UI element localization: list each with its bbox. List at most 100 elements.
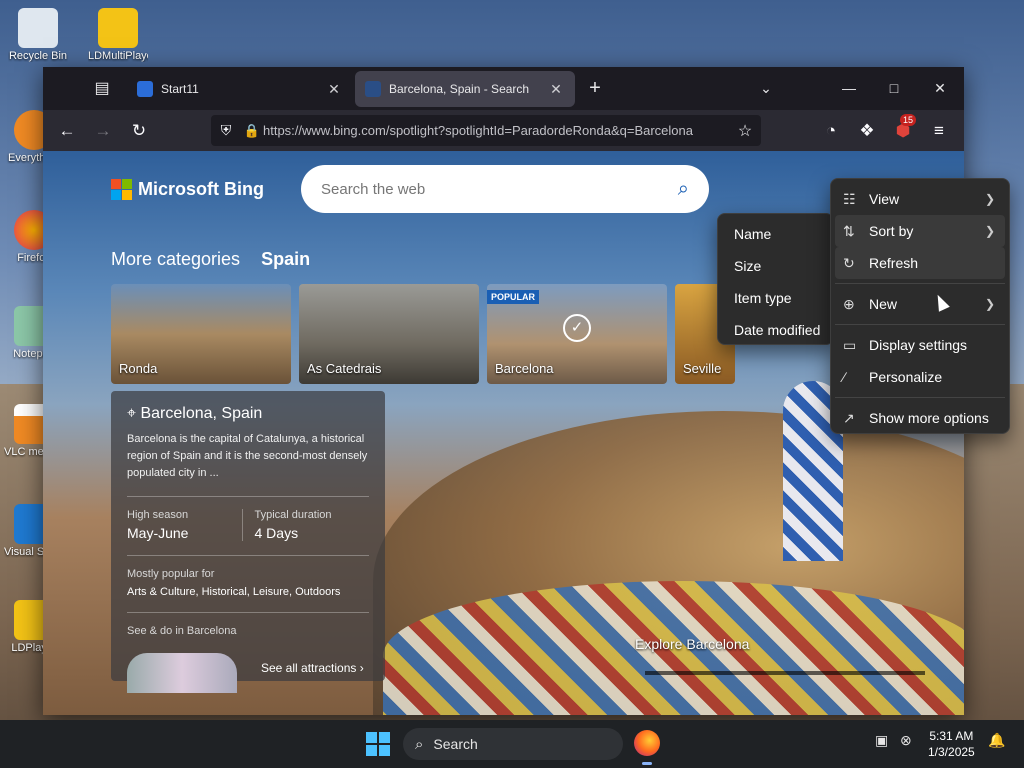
minimize-icon[interactable]: — (834, 75, 864, 101)
menu-item-label: Personalize (869, 369, 943, 385)
search-icon: ⌕ (415, 735, 424, 753)
new-tab-icon[interactable]: + (583, 77, 607, 101)
desktop-icon-recycle-bin[interactable]: Recycle Bin (8, 8, 68, 62)
windows-start-icon[interactable] (366, 732, 390, 756)
taskbar-search[interactable]: ⌕ Search (403, 728, 623, 760)
more-categories-link[interactable]: More categories (111, 249, 240, 269)
clock-time: 5:31 AM (929, 729, 974, 743)
sort-option-label: Size (734, 258, 762, 274)
sort-icon: ⇅ (843, 222, 855, 239)
destination-title: ⌖ Barcelona, Spain (127, 405, 369, 423)
current-category[interactable]: Spain (261, 249, 310, 269)
menu-item-display-settings[interactable]: ▭ Display settings (835, 329, 1005, 361)
tab-title: Start11 (161, 82, 199, 96)
list-all-tabs-icon[interactable]: ⌄ (755, 77, 777, 99)
location-pin-icon: ⌖ (127, 405, 137, 422)
desktop-icon-label: Recycle Bin (8, 50, 68, 62)
season-duration: High season May-June Typical duration 4 … (127, 496, 369, 541)
close-tab-icon[interactable]: ✕ (325, 81, 343, 98)
popular-label: Mostly popular for (127, 568, 215, 580)
high-season: High season May-June (127, 509, 242, 541)
refresh-icon: ↻ (843, 254, 855, 271)
menu-item-label: Display settings (869, 337, 968, 353)
maximize-icon[interactable]: □ (879, 75, 909, 101)
notification-bell-icon[interactable]: 🔔 (988, 732, 1005, 749)
chevron-right-icon: ❯ (984, 297, 995, 311)
menu-item-new[interactable]: ⊕ New ❯ (835, 288, 1005, 320)
menu-item-refresh[interactable]: ↻ Refresh (835, 247, 1005, 279)
recycle-bin-icon (18, 8, 58, 48)
tab-list-icon[interactable]: ▤ (91, 78, 113, 100)
firefox-view-icon[interactable]: ◔ (819, 119, 843, 143)
carousel-scrubber[interactable] (645, 671, 925, 675)
menu-separator (835, 397, 1005, 398)
forward-icon[interactable]: → (91, 119, 115, 143)
chevron-right-icon: ❯ (984, 192, 995, 206)
card-barcelona[interactable]: POPULAR ✓ Barcelona (487, 284, 667, 384)
network-icon[interactable]: ▣ (875, 732, 888, 749)
volume-muted-icon[interactable]: ⊗ (900, 732, 912, 749)
plus-circle-icon: ⊕ (843, 295, 855, 312)
popular-for: Mostly popular for Arts & Culture, Histo… (127, 555, 369, 598)
search-input[interactable] (321, 180, 678, 198)
menu-hamburger-icon[interactable]: ≡ (927, 119, 951, 143)
brush-icon: ∕ (843, 369, 846, 385)
bing-favicon (365, 81, 381, 97)
sort-option-label: Date modified (734, 322, 821, 338)
url-bar[interactable]: ⛨ 🔒 https://www.bing.com/spotlight?spotl… (211, 115, 761, 146)
shield-icon[interactable]: ⛨ (211, 122, 241, 139)
close-tab-icon[interactable]: ✕ (547, 81, 565, 98)
reload-icon[interactable]: ↻ (127, 119, 151, 143)
card-as-catedrais[interactable]: As Catedrais (299, 284, 479, 384)
attraction-thumbnails[interactable] (127, 653, 237, 693)
sort-size[interactable]: Size (722, 250, 829, 282)
sort-item-type[interactable]: Item type (722, 282, 829, 314)
menu-item-show-more-options[interactable]: ↗ Show more options (835, 402, 1005, 434)
system-clock[interactable]: 5:31 AM 1/3/2025 (928, 728, 975, 760)
sort-date-modified[interactable]: Date modified (722, 314, 829, 346)
card-ronda[interactable]: Ronda (111, 284, 291, 384)
explore-barcelona-link[interactable]: Explore Barcelona (635, 636, 749, 652)
menu-item-sort-by[interactable]: ⇅ Sort by ❯ (835, 215, 1005, 247)
see-all-attractions-link[interactable]: See all attractions › (261, 661, 364, 675)
clock-date: 1/3/2025 (928, 745, 975, 759)
tab-title: Barcelona, Spain - Search (389, 82, 530, 96)
sort-name[interactable]: Name (722, 218, 829, 250)
bing-logo[interactable]: Microsoft Bing (111, 179, 264, 200)
grid-icon: ☷ (843, 190, 856, 207)
card-label: As Catedrais (307, 361, 382, 376)
menu-separator (835, 283, 1005, 284)
open-external-icon: ↗ (843, 409, 855, 426)
typical-duration: Typical duration 4 Days (241, 509, 370, 541)
ldmultiplayer-icon (98, 8, 138, 48)
tab-start11[interactable]: Start11 ✕ (127, 71, 353, 107)
menu-item-label: Show more options (869, 410, 989, 426)
desktop-icon-ldmultiplayer[interactable]: LDMultiPlayer (88, 8, 148, 62)
menu-item-view[interactable]: ☷ View ❯ (835, 183, 1005, 215)
lock-icon[interactable]: 🔒 (241, 123, 263, 139)
extensions-icon[interactable]: ❖ (855, 119, 879, 143)
card-label: Barcelona (495, 361, 554, 376)
close-window-icon[interactable]: ✕ (925, 75, 955, 101)
menu-item-personalize[interactable]: ∕ Personalize (835, 361, 1005, 393)
sort-by-submenu: Name Size Item type Date modified (717, 213, 834, 345)
running-indicator (642, 762, 652, 765)
desktop-context-menu: ☷ View ❯ ⇅ Sort by ❯ ↻ Refresh ⊕ New ❯ ▭… (830, 178, 1010, 434)
menu-item-label: New (869, 296, 898, 312)
url-text[interactable]: https://www.bing.com/spotlight?spotlight… (263, 123, 729, 138)
taskbar-firefox-icon[interactable] (634, 730, 660, 756)
menu-item-label: Sort by (869, 223, 914, 239)
chevron-right-icon: › (359, 661, 364, 675)
start11-favicon (137, 81, 153, 97)
search-icon[interactable]: ⌕ (678, 178, 689, 201)
tab-barcelona-search[interactable]: Barcelona, Spain - Search ✕ (355, 71, 575, 107)
bookmark-star-icon[interactable]: ☆ (729, 121, 761, 141)
logo-text: Microsoft Bing (138, 179, 264, 199)
desktop-icon-label: LDMultiPlayer (88, 50, 148, 62)
see-all-label: See all attractions (261, 661, 357, 675)
back-icon[interactable]: ← (55, 119, 79, 143)
nav-bar: ← → ↻ ⛨ 🔒 https://www.bing.com/spotlight… (43, 110, 964, 151)
menu-item-label: Refresh (869, 255, 919, 271)
bing-search-box[interactable]: ⌕ (301, 165, 709, 213)
see-do-label: See & do in Barcelona (127, 625, 237, 637)
